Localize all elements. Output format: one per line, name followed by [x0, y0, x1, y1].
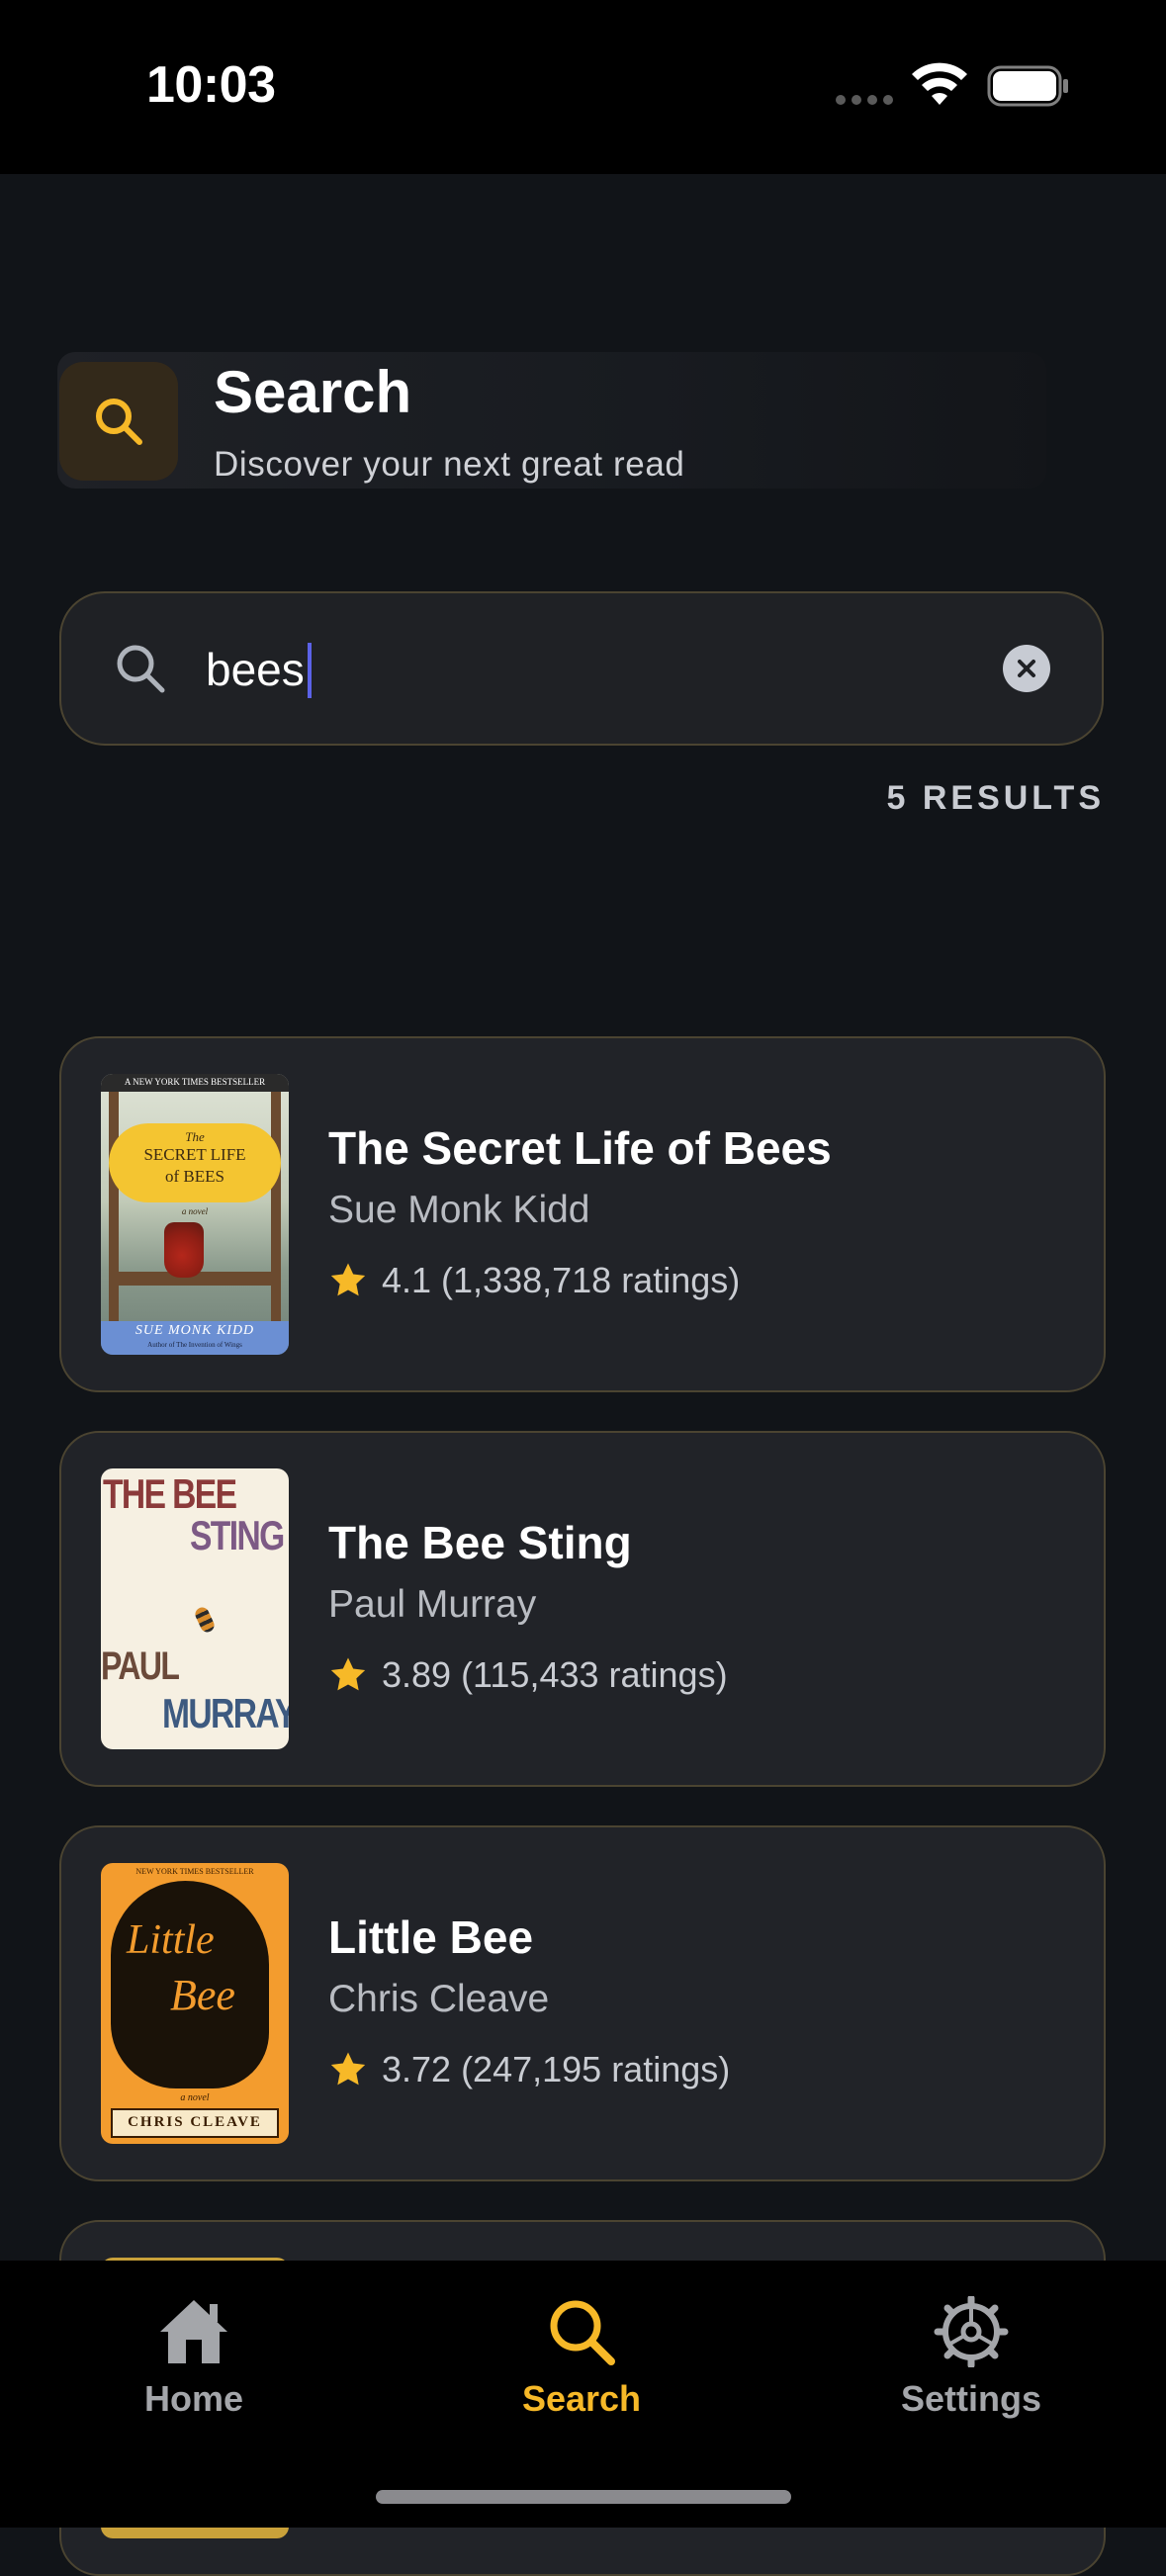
- tab-search-label: Search: [521, 2378, 642, 2419]
- rating-text: 3.72 (247,195 ratings): [382, 2049, 731, 2089]
- star-icon: [330, 1263, 366, 1296]
- cover-banner: NEW YORK TIMES BESTSELLER: [135, 1867, 254, 1876]
- wifi-icon: [912, 62, 967, 105]
- home-icon: [160, 2300, 227, 2363]
- cover-title-2: SECRET LIFE: [143, 1145, 246, 1164]
- close-icon: [1018, 660, 1035, 677]
- tab-bar: Home Search Settings: [0, 2261, 1166, 2528]
- cover-footer: Author of The Invention of Wings: [147, 1341, 242, 1349]
- book-cover: THE BEE STING PAUL MURRAY: [101, 1468, 289, 1749]
- header-icon-box: [59, 362, 178, 481]
- cover-tag: a novel: [181, 1206, 209, 1216]
- book-card[interactable]: A NEW YORK TIMES BESTSELLER The SECRET L…: [59, 1036, 1106, 1392]
- cellular-signal-icon: [836, 95, 895, 105]
- jar-image: [164, 1222, 204, 1278]
- home-indicator: [376, 2490, 791, 2504]
- search-icon: [117, 645, 165, 693]
- book-title: Little Bee: [328, 1911, 534, 1963]
- book-rating: 3.72 (247,195 ratings): [328, 2049, 730, 2090]
- search-bar[interactable]: [59, 591, 1104, 746]
- cover-title-1: The: [185, 1129, 205, 1144]
- cover-title-2: STING: [190, 1512, 285, 1558]
- tab-settings[interactable]: Settings: [843, 2294, 1100, 2420]
- cover-author: CHRIS CLEAVE: [128, 2114, 262, 2130]
- rating-text: 3.89 (115,433 ratings): [382, 1654, 728, 1695]
- cover-tag: a novel: [180, 2092, 210, 2103]
- cover-title-3: PAUL: [101, 1644, 180, 1688]
- cover-title-1: THE BEE: [103, 1470, 237, 1517]
- book-rating: 3.89 (115,433 ratings): [328, 1654, 728, 1696]
- tab-search[interactable]: Search: [453, 2296, 710, 2420]
- book-card[interactable]: NEW YORK TIMES BESTSELLER Little Bee a n…: [59, 1825, 1106, 2181]
- book-rating: 4.1 (1,338,718 ratings): [328, 1260, 740, 1301]
- clear-search-button[interactable]: [1003, 645, 1050, 692]
- tab-settings-label: Settings: [900, 2378, 1041, 2419]
- book-title: The Bee Sting: [328, 1517, 632, 1568]
- text-caret: [308, 643, 312, 698]
- page-title: Search: [214, 359, 412, 425]
- results-count: 5 RESULTS: [886, 779, 1105, 817]
- star-icon: [330, 1657, 366, 1691]
- page-subtitle: Discover your next great read: [214, 445, 685, 484]
- search-icon: [96, 399, 142, 445]
- cover-banner: A NEW YORK TIMES BESTSELLER: [124, 1077, 266, 1087]
- cover-title-4: MURRAY: [162, 1690, 289, 1736]
- cover-title-3: of BEES: [165, 1167, 224, 1186]
- book-author: Chris Cleave: [328, 1978, 550, 2020]
- book-author: Sue Monk Kidd: [328, 1189, 590, 1231]
- status-bar: 10:03: [0, 0, 1166, 174]
- rating-text: 4.1 (1,338,718 ratings): [382, 1260, 741, 1300]
- battery-icon: [987, 65, 1068, 107]
- book-title: The Secret Life of Bees: [328, 1122, 832, 1174]
- cover-title-1: Little: [127, 1917, 215, 1963]
- tab-home[interactable]: Home: [65, 2296, 322, 2420]
- cover-title-2: Bee: [170, 1971, 235, 2019]
- gear-icon: [934, 2294, 1009, 2369]
- star-icon: [330, 2052, 366, 2086]
- cover-author: SUE MONK KIDD: [135, 1323, 255, 1338]
- search-icon: [550, 2300, 615, 2365]
- bee-image: [193, 1605, 217, 1635]
- book-author: Paul Murray: [328, 1583, 537, 1626]
- book-cover: NEW YORK TIMES BESTSELLER Little Bee a n…: [101, 1863, 289, 2144]
- status-time: 10:03: [146, 56, 276, 114]
- book-cover: A NEW YORK TIMES BESTSELLER The SECRET L…: [101, 1074, 289, 1355]
- tab-home-label: Home: [143, 2378, 244, 2419]
- book-card[interactable]: THE BEE STING PAUL MURRAY The Bee Sting …: [59, 1431, 1106, 1787]
